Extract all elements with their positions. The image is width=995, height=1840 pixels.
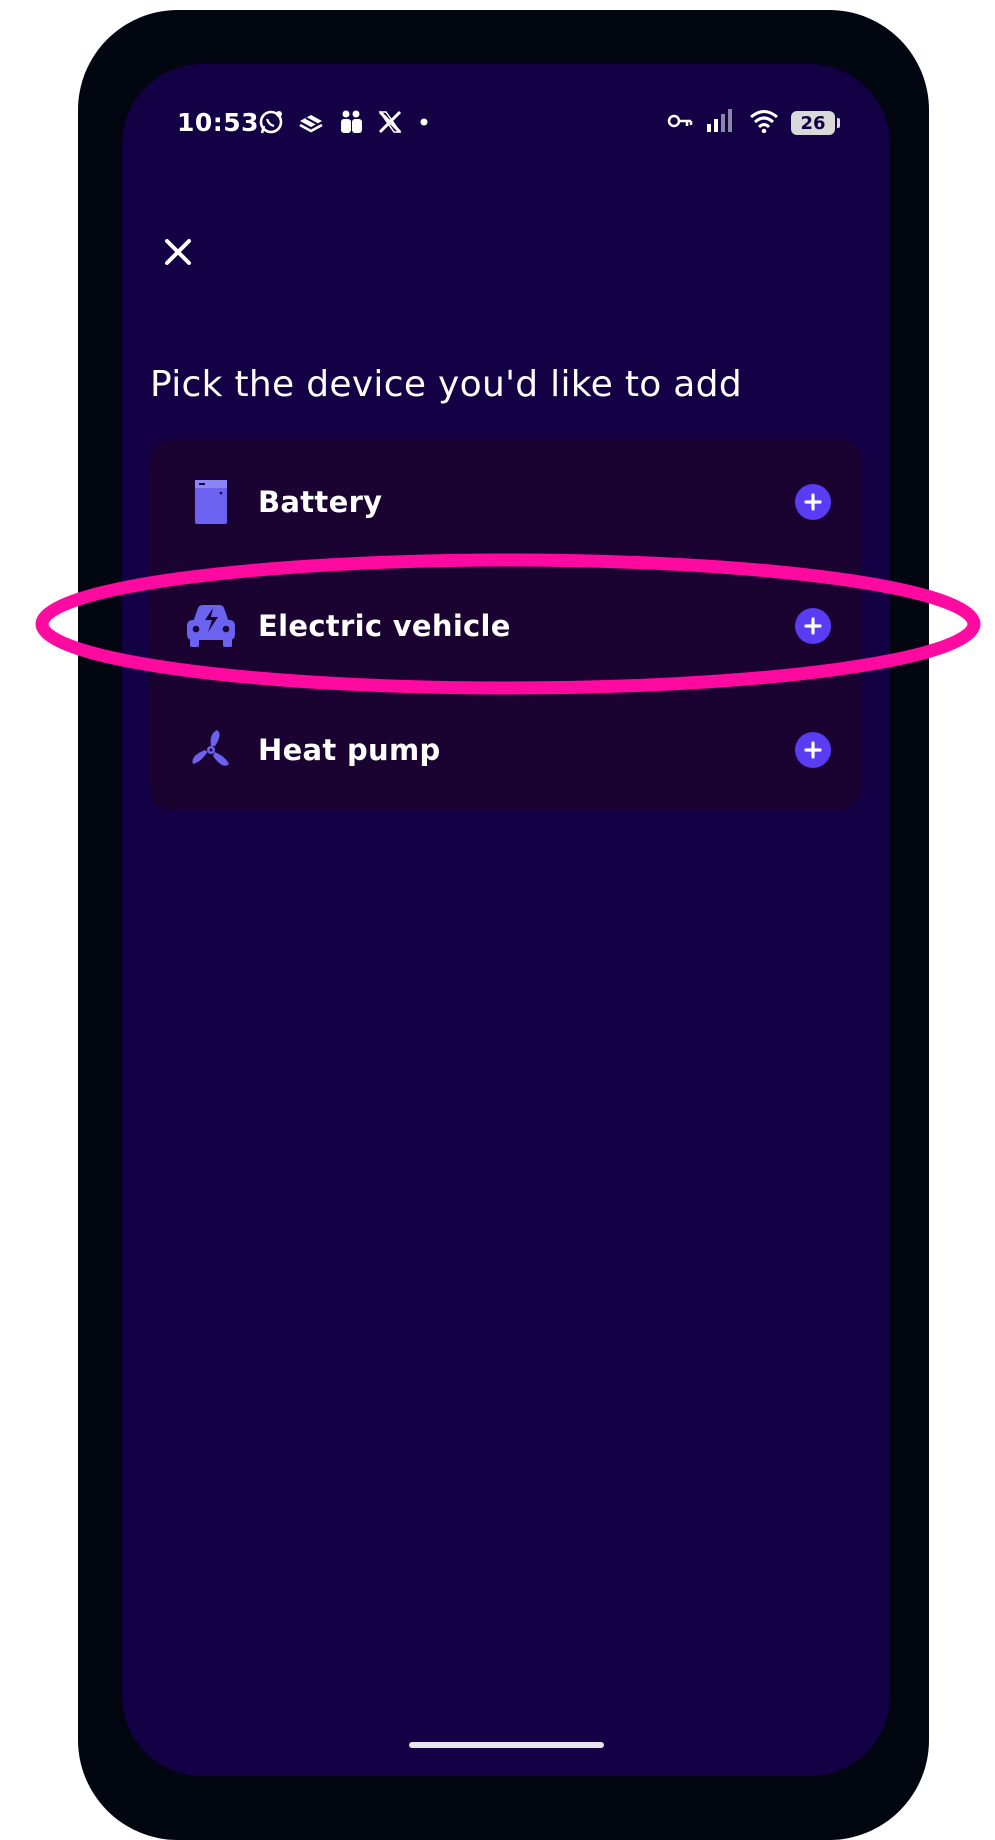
notification-icons	[257, 108, 433, 136]
battery-tip	[837, 118, 840, 128]
battery-icon: 26	[791, 111, 840, 135]
page-title: Pick the device you'd like to add	[150, 364, 742, 405]
x-icon	[377, 109, 403, 135]
stack-icon	[297, 108, 325, 136]
device-label: Heat pump	[258, 733, 441, 767]
plus-icon	[804, 493, 822, 511]
signal-icon	[705, 108, 737, 138]
add-electric-vehicle-button[interactable]	[795, 608, 831, 644]
status-bar: 10:53 26	[122, 64, 890, 184]
fan-icon	[184, 723, 238, 777]
status-time: 10:53	[177, 108, 260, 137]
device-row-heat-pump[interactable]: Heat pump	[150, 688, 862, 812]
battery-level: 26	[800, 112, 826, 134]
device-row-electric-vehicle[interactable]: Electric vehicle	[150, 564, 862, 688]
device-label: Battery	[258, 485, 383, 519]
add-battery-button[interactable]	[795, 484, 831, 520]
whatsapp-icon	[257, 108, 285, 136]
device-list: Battery Electric vehicle Heat pump	[150, 440, 862, 810]
home-indicator[interactable]	[409, 1742, 604, 1748]
app-screen: 10:53 26 Pick the device you'd like to a…	[122, 64, 890, 1776]
plus-icon	[804, 617, 822, 635]
device-row-battery[interactable]: Battery	[150, 440, 862, 564]
plus-icon	[804, 741, 822, 759]
close-button[interactable]	[150, 224, 206, 280]
add-heat-pump-button[interactable]	[795, 732, 831, 768]
car-charging-icon	[184, 599, 238, 653]
vpn-key-icon	[667, 110, 693, 136]
battery-device-icon	[184, 475, 238, 529]
device-label: Electric vehicle	[258, 609, 511, 643]
close-icon	[165, 239, 191, 265]
wifi-icon	[749, 109, 779, 137]
teams-icon	[337, 108, 365, 136]
dot-icon	[415, 108, 433, 136]
system-icons: 26	[667, 108, 840, 138]
